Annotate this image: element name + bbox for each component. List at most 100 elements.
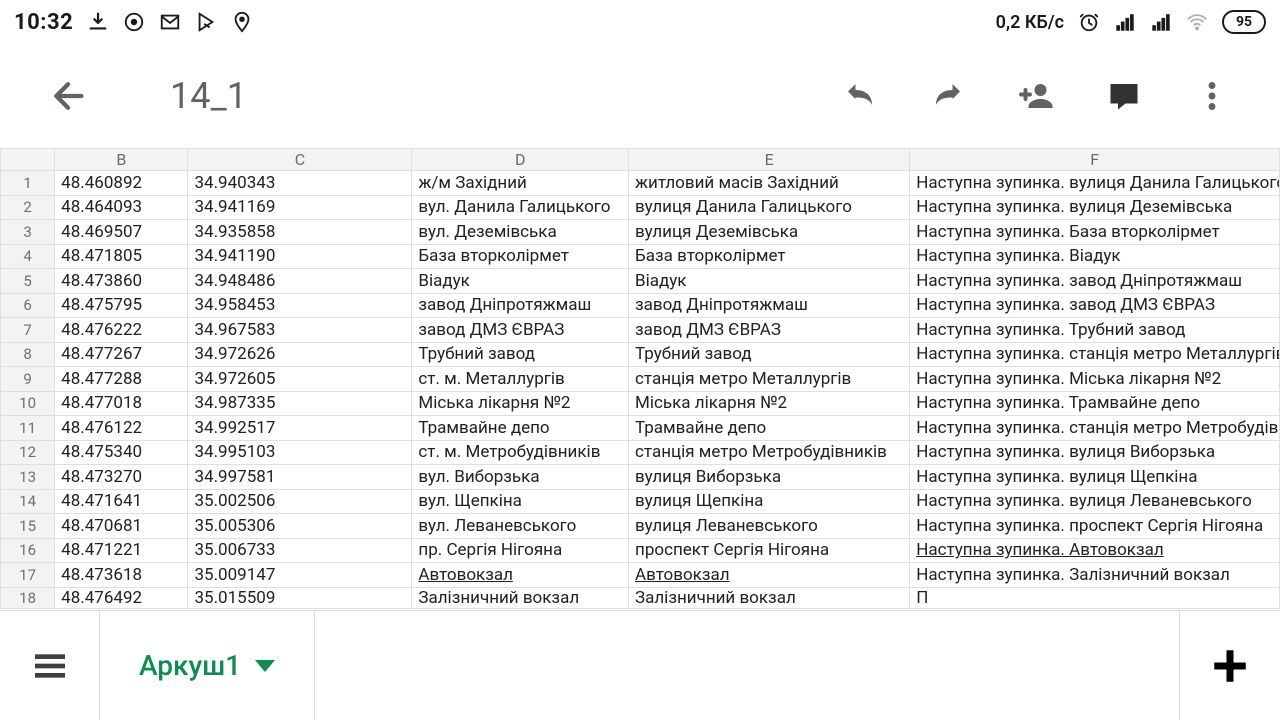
cell[interactable]: 34.941190 — [188, 244, 412, 269]
cell[interactable]: Наступна зупинка. вулиця Деземівська — [910, 195, 1280, 220]
row-header[interactable]: 18 — [1, 587, 55, 608]
cell[interactable]: проспект Сергія Нігояна — [629, 538, 910, 563]
cell[interactable]: Віадук — [412, 269, 629, 294]
back-button[interactable] — [28, 66, 108, 126]
cell[interactable]: Наступна зупинка. завод Дніпротяжмаш — [910, 269, 1280, 294]
cell[interactable]: вул. Леваневського — [412, 514, 629, 539]
cell[interactable]: 48.473860 — [55, 269, 188, 294]
table-row[interactable]: 1748.47361835.009147АвтовокзалАвтовокзал… — [1, 563, 1280, 588]
row-header[interactable]: 15 — [1, 514, 55, 539]
cell[interactable]: База вторколірмет — [412, 244, 629, 269]
sheet-tab-active[interactable]: Аркуш1 — [100, 611, 315, 720]
cell[interactable]: Наступна зупинка. вулиця Щепкіна — [910, 465, 1280, 490]
col-header[interactable]: D — [412, 149, 629, 171]
table-row[interactable]: 248.46409334.941169вул. Данила Галицьког… — [1, 195, 1280, 220]
cell[interactable]: 34.948486 — [188, 269, 412, 294]
cell[interactable]: ж/м Західний — [412, 171, 629, 196]
table-row[interactable]: 1348.47327034.997581вул. Виборзькавулиця… — [1, 465, 1280, 490]
cell[interactable]: 34.935858 — [188, 220, 412, 245]
cell[interactable]: 35.005306 — [188, 514, 412, 539]
cell[interactable]: 34.940343 — [188, 171, 412, 196]
undo-button[interactable] — [820, 66, 900, 126]
row-header[interactable]: 13 — [1, 465, 55, 490]
cell[interactable]: Наступна зупинка. База вторколірмет — [910, 220, 1280, 245]
row-header[interactable]: 5 — [1, 269, 55, 294]
cell[interactable]: вулиця Данила Галицького — [629, 195, 910, 220]
cell[interactable]: 48.471221 — [55, 538, 188, 563]
cell[interactable]: 48.470681 — [55, 514, 188, 539]
cell[interactable]: станція метро Металлургів — [629, 367, 910, 392]
row-header[interactable]: 1 — [1, 171, 55, 196]
table-row[interactable]: 348.46950734.935858 вул. Деземівськавули… — [1, 220, 1280, 245]
table-row[interactable]: 1048.47701834.987335Міська лікарня №2Міс… — [1, 391, 1280, 416]
cell[interactable]: Наступна зупинка. Автовокзал — [910, 538, 1280, 563]
table-row[interactable]: 648.47579534.958453завод Дніпротяжмашзав… — [1, 293, 1280, 318]
cell[interactable]: Наступна зупинка. завод ДМЗ ЄВРАЗ — [910, 293, 1280, 318]
cell[interactable]: Наступна зупинка. проспект Сергія Нігоян… — [910, 514, 1280, 539]
row-header[interactable]: 9 — [1, 367, 55, 392]
cell[interactable]: Наступна зупинка. Міська лікарня №2 — [910, 367, 1280, 392]
table-row[interactable]: 948.47728834.972605ст. м. Металлургівста… — [1, 367, 1280, 392]
cell[interactable]: ст. м. Метробудівників — [412, 440, 629, 465]
row-header[interactable]: 7 — [1, 318, 55, 343]
cell[interactable]: 34.972605 — [188, 367, 412, 392]
cell[interactable]: Наступна зупинка. Віадук — [910, 244, 1280, 269]
cell[interactable]: вулиця Деземівська — [629, 220, 910, 245]
cell[interactable]: 48.476222 — [55, 318, 188, 343]
table-row[interactable]: 1848.47649235.015509Залізничний вокзалЗа… — [1, 587, 1280, 608]
cell[interactable]: 48.469507 — [55, 220, 188, 245]
cell[interactable]: 48.460892 — [55, 171, 188, 196]
row-header[interactable]: 4 — [1, 244, 55, 269]
cell[interactable]: Залізничний вокзал — [629, 587, 910, 608]
cell[interactable]: житловий масів Західний — [629, 171, 910, 196]
redo-button[interactable] — [908, 66, 988, 126]
table-row[interactable]: 548.47386034.948486ВіадукВіадукНаступна … — [1, 269, 1280, 294]
corner-cell[interactable] — [1, 149, 55, 171]
all-sheets-button[interactable] — [0, 611, 100, 720]
table-row[interactable]: 1448.47164135.002506вул. Щепкінавулиця Щ… — [1, 489, 1280, 514]
more-menu-button[interactable] — [1172, 66, 1252, 126]
cell[interactable]: Міська лікарня №2 — [629, 391, 910, 416]
row-header[interactable]: 11 — [1, 416, 55, 441]
row-header[interactable]: 2 — [1, 195, 55, 220]
cell[interactable]: 34.967583 — [188, 318, 412, 343]
cell[interactable]: вул. Щепкіна — [412, 489, 629, 514]
cell[interactable]: Наступна зупинка. Трамвайне депо — [910, 391, 1280, 416]
table-row[interactable]: 1548.47068135.005306вул. Леваневськогову… — [1, 514, 1280, 539]
cell[interactable]: Наступна зупинка. вулиця Виборзька — [910, 440, 1280, 465]
col-header[interactable]: F — [910, 149, 1280, 171]
table-row[interactable]: 448.47180534.941190База вторколірметБаза… — [1, 244, 1280, 269]
cell[interactable]: пр. Сергія Нігояна — [412, 538, 629, 563]
cell[interactable]: 48.475795 — [55, 293, 188, 318]
cell[interactable]: завод Дніпротяжмаш — [412, 293, 629, 318]
cell[interactable]: Трамвайне депо — [412, 416, 629, 441]
cell[interactable]: 48.471641 — [55, 489, 188, 514]
cell[interactable]: Трамвайне депо — [629, 416, 910, 441]
cell[interactable]: 48.477267 — [55, 342, 188, 367]
cell[interactable]: 34.941169 — [188, 195, 412, 220]
col-header[interactable]: C — [188, 149, 412, 171]
document-title[interactable]: 14_1 — [116, 75, 812, 117]
cell[interactable]: Віадук — [629, 269, 910, 294]
cell[interactable]: Залізничний вокзал — [412, 587, 629, 608]
table-row[interactable]: 148.46089234.940343ж/м Західнийжитловий … — [1, 171, 1280, 196]
cell[interactable]: вулиця Виборзька — [629, 465, 910, 490]
cell[interactable]: завод Дніпротяжмаш — [629, 293, 910, 318]
cell[interactable]: 34.958453 — [188, 293, 412, 318]
cell[interactable]: вул. Деземівська — [412, 220, 629, 245]
cell[interactable]: 34.972626 — [188, 342, 412, 367]
cell[interactable]: 35.009147 — [188, 563, 412, 588]
cell[interactable]: 48.471805 — [55, 244, 188, 269]
cell[interactable]: 34.987335 — [188, 391, 412, 416]
cell[interactable]: 48.476122 — [55, 416, 188, 441]
cell[interactable]: Наступна зупинка. вулиця Данила Галицько… — [910, 171, 1280, 196]
table-row[interactable]: 1148.47612234.992517Трамвайне депоТрамва… — [1, 416, 1280, 441]
row-header[interactable]: 8 — [1, 342, 55, 367]
cell[interactable]: База вторколірмет — [629, 244, 910, 269]
cell[interactable]: вул. Виборзька — [412, 465, 629, 490]
row-header[interactable]: 16 — [1, 538, 55, 563]
cell[interactable]: вулиця Щепкіна — [629, 489, 910, 514]
cell[interactable]: вул. Данила Галицького — [412, 195, 629, 220]
cell[interactable]: 48.477018 — [55, 391, 188, 416]
cell[interactable]: 48.464093 — [55, 195, 188, 220]
